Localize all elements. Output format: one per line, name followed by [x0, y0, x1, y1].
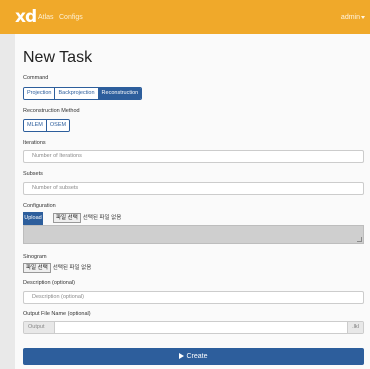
create-button-label: Create [186, 353, 208, 360]
nav-link-configs[interactable]: Configs [59, 13, 83, 22]
sinogram-file-button[interactable]: 파일 선택 [23, 263, 51, 273]
iterations-label: Iterations [23, 140, 46, 146]
page-title: New Task [23, 49, 93, 66]
resize-grip-icon[interactable] [357, 237, 362, 242]
configuration-label: Configuration [23, 203, 56, 209]
output-suffix: .lkl [347, 322, 363, 333]
user-menu[interactable]: admin [341, 13, 365, 22]
command-option-projection[interactable]: Projection [24, 88, 56, 99]
navbar: xd Atlas Configs admin [0, 0, 370, 34]
method-option-mlem[interactable]: MLEM [24, 120, 47, 131]
output-file-group: Output .lkl [23, 321, 364, 334]
reconstruction-method-label: Reconstruction Method [23, 108, 80, 114]
configuration-file-button[interactable]: 파일 선택 [53, 213, 81, 223]
subsets-label: Subsets [23, 171, 43, 177]
create-button[interactable]: Create [23, 348, 364, 365]
play-icon [179, 352, 185, 359]
iterations-input[interactable]: Number of Iterations [23, 150, 364, 163]
output-file-label: Output File Name (optional) [23, 311, 91, 317]
command-option-reconstruction[interactable]: Reconstruction [98, 88, 142, 99]
reconstruction-method-selector: MLEM OSEM [23, 119, 71, 132]
command-label: Command [23, 75, 49, 81]
caret-down-icon [361, 15, 365, 19]
sinogram-file-status: 선택된 파일 없음 [52, 265, 92, 271]
configuration-file-status: 선택된 파일 없음 [82, 215, 122, 221]
configuration-file-picker: 파일 선택 선택된 파일 없음 [53, 213, 121, 223]
content-card [15, 34, 370, 369]
description-label: Description (optional) [23, 280, 75, 286]
command-selector: Projection Backprojection Reconstruction [23, 87, 143, 100]
upload-tab[interactable]: Upload [23, 212, 43, 225]
sinogram-label: Sinogram [23, 254, 47, 260]
sinogram-file-picker: 파일 선택 선택된 파일 없음 [23, 263, 91, 273]
nav-link-atlas[interactable]: Atlas [38, 13, 54, 22]
command-option-backprojection[interactable]: Backprojection [55, 88, 99, 99]
output-prefix: Output [24, 322, 55, 333]
brand-logo[interactable]: xd [15, 8, 37, 26]
subsets-input[interactable]: Number of subsets [23, 182, 364, 195]
user-name: admin [340, 14, 360, 21]
description-input[interactable]: Description (optional) [23, 291, 364, 304]
configuration-textarea[interactable] [23, 225, 364, 244]
method-option-osem[interactable]: OSEM [46, 120, 70, 131]
